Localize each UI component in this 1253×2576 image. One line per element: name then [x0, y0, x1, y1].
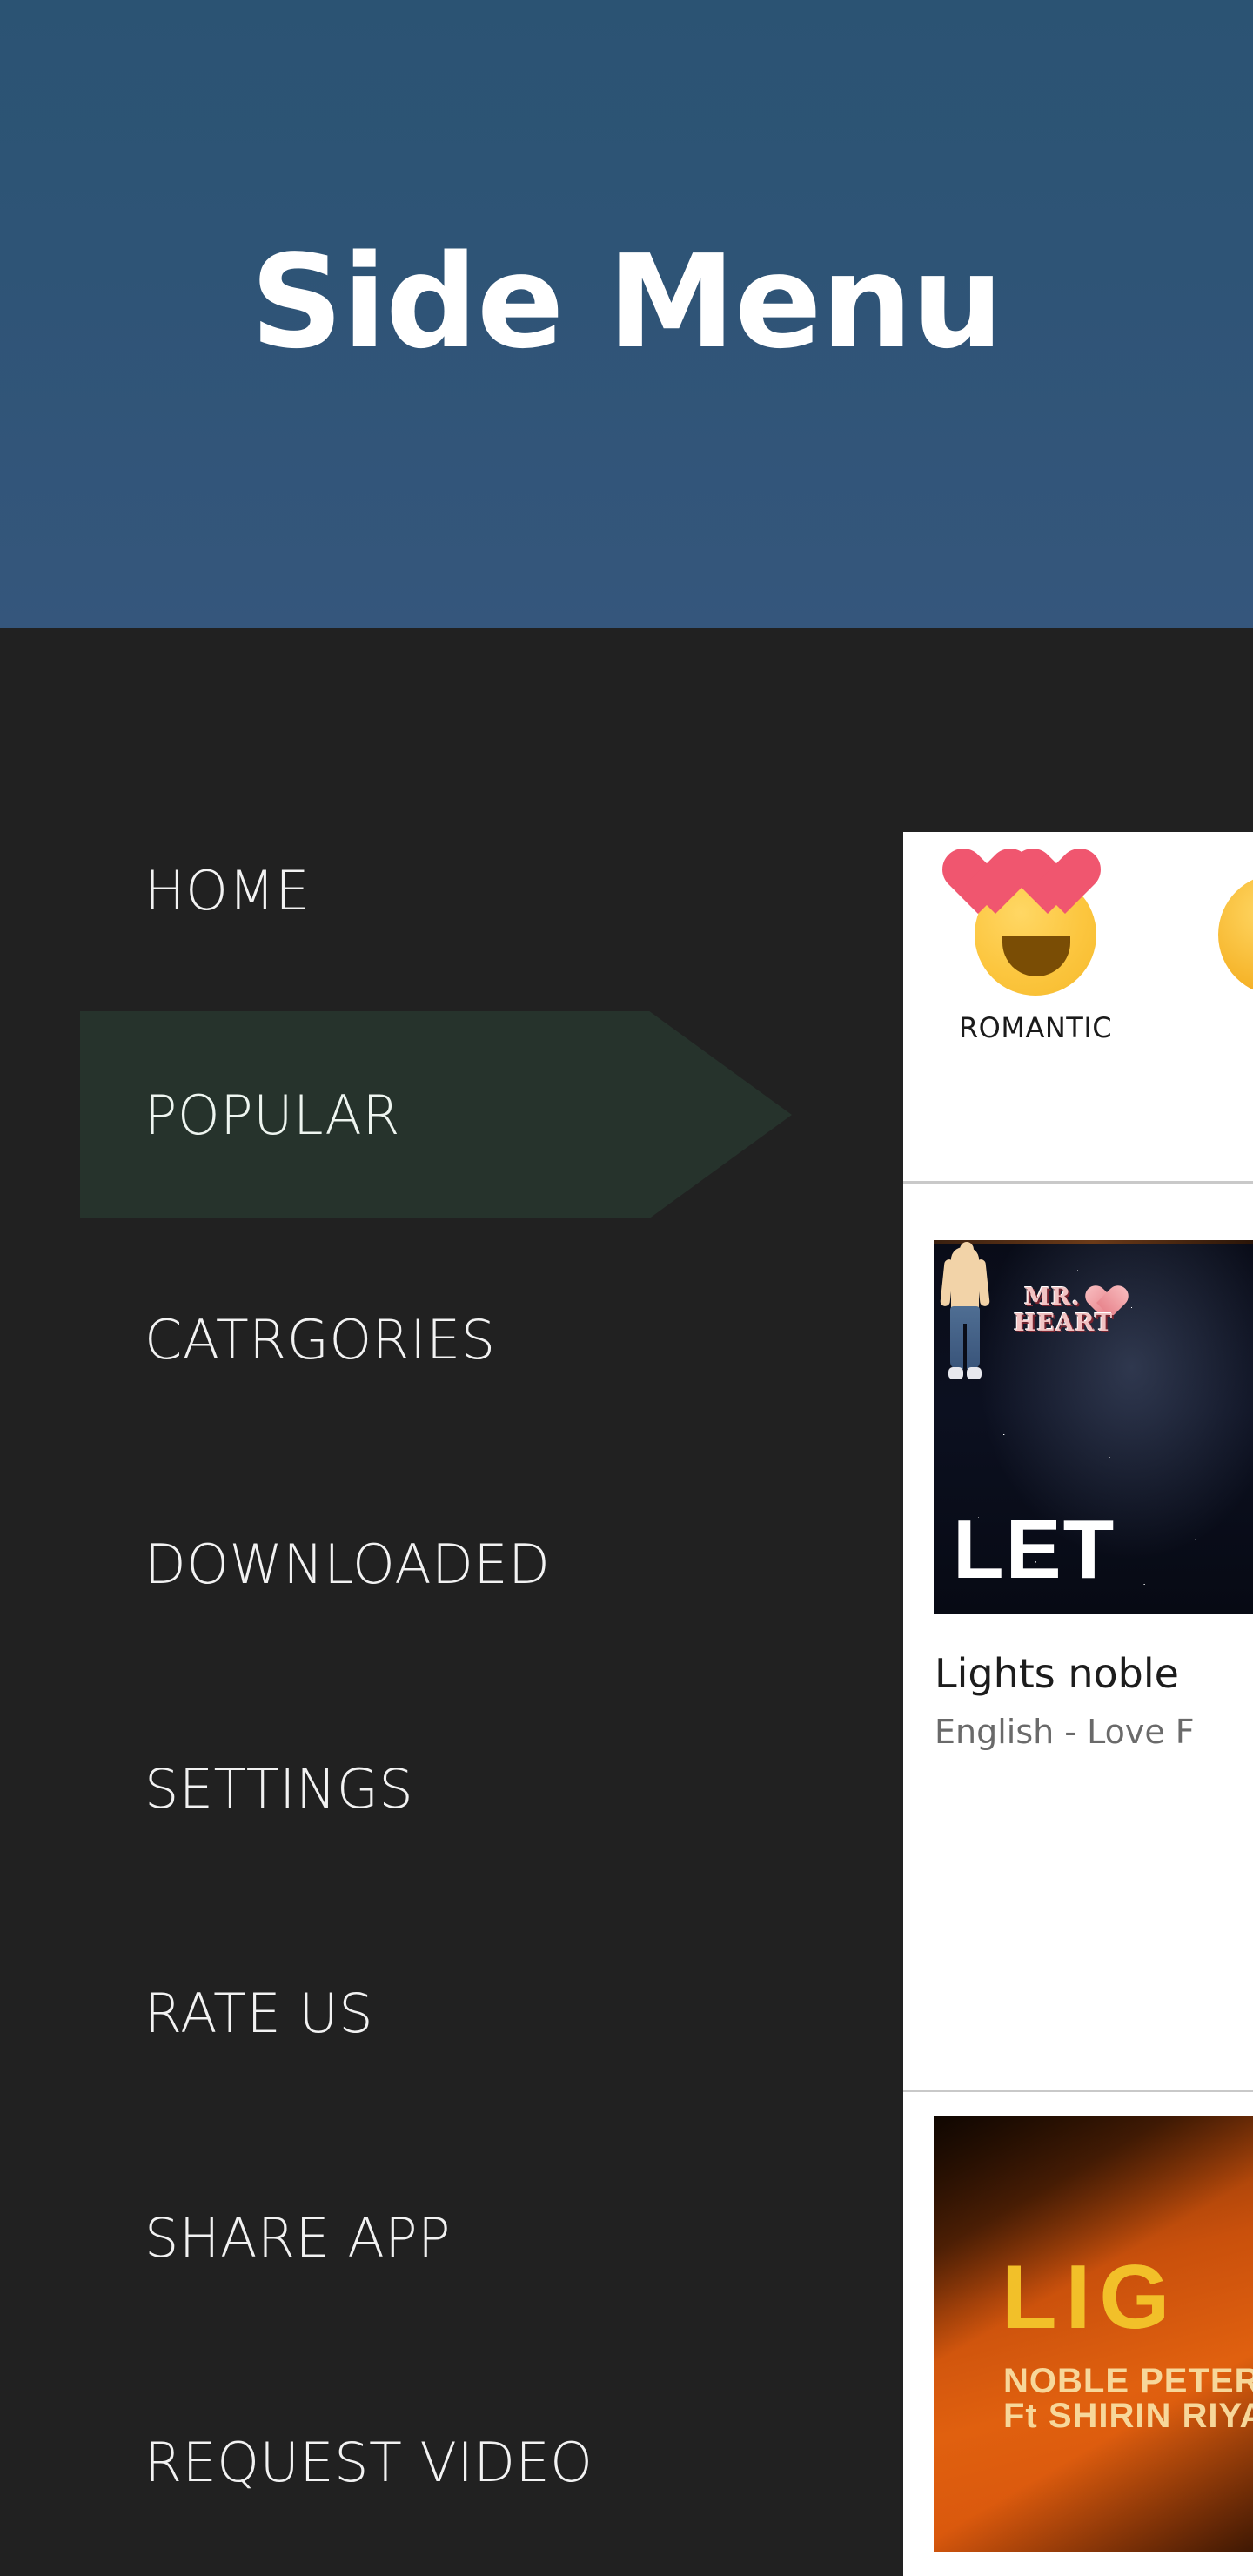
sidebar-item-catrgories[interactable]: CATRGORIES	[0, 1227, 903, 1452]
heart-eye-right-icon	[1030, 851, 1105, 919]
list-divider	[903, 1181, 1253, 1184]
sidebar-item-popular[interactable]: POPULAR	[0, 1003, 903, 1227]
figure-torso	[951, 1247, 979, 1311]
thumbnail-headline: LET	[953, 1503, 1116, 1596]
thumbnail-figure	[940, 1242, 990, 1383]
category-label: ROMANTIC	[958, 1011, 1113, 1044]
sidebar-item-label: HOME	[144, 858, 311, 922]
thumbnail-artist-line1: NOBLE PETER	[1003, 2362, 1253, 2400]
kissing-face-emoji	[1218, 874, 1253, 996]
sidebar-item-share-app[interactable]: SHARE APP	[0, 2125, 903, 2350]
sidebar-item-home[interactable]: HOME	[0, 778, 903, 1003]
banner-title: Side Menu	[250, 227, 1004, 377]
figure-shoe-right	[967, 1367, 982, 1379]
figure-leg-gap	[963, 1324, 967, 1369]
emoji-mouth	[1002, 936, 1070, 976]
smiling-face-with-heart-eyes-emoji	[975, 874, 1096, 996]
sidebar-item-request-video[interactable]: REQUEST VIDEO	[0, 2350, 903, 2574]
category-item-romantic[interactable]: ROMANTIC	[931, 874, 1140, 1044]
thumbnail-logo-line2: HEART	[1014, 1310, 1114, 1337]
video-thumbnail[interactable]: MR. HEART LET	[934, 1240, 1253, 1614]
thumbnail-headline: LIG	[1002, 2247, 1179, 2348]
figure-shoe-left	[948, 1367, 963, 1379]
sidebar-item-label: POPULAR	[144, 1083, 400, 1147]
category-strip[interactable]: ROMANTIC	[903, 832, 1253, 1181]
sidebar-item-label: CATRGORIES	[144, 1307, 496, 1372]
navigation-drawer: HOME POPULAR CATRGORIES DOWNLOADED SETTINGS R…	[0, 628, 903, 2576]
video-subtitle: English - Love F	[935, 1713, 1195, 1751]
sidebar-item-settings[interactable]: SETTINGS	[0, 1676, 903, 1901]
sidebar-item-label: RATE US	[144, 1981, 374, 2045]
app-root: Side Menu HOME ROMANTIC	[0, 0, 1253, 2576]
list-divider	[903, 2090, 1253, 2092]
thumbnail-logo-line1: MR.	[1024, 1284, 1081, 1311]
content-panel: ROMANTIC MR. HEART LET Lights noble Engl…	[903, 832, 1253, 2576]
sidebar-item-rate-us[interactable]: RATE US	[0, 1901, 903, 2125]
sidebar-item-downloaded[interactable]: DOWNLOADED	[0, 1452, 903, 1676]
thumbnail-top-edge	[934, 1240, 1253, 1244]
app-screen: HOME ROMANTIC	[0, 628, 1253, 2576]
sidebar-item-label: SETTINGS	[144, 1756, 414, 1821]
category-item-second[interactable]	[1175, 874, 1253, 1011]
sidebar-item-label: SHARE APP	[144, 2205, 452, 2270]
sidebar-item-label: DOWNLOADED	[144, 1532, 551, 1596]
banner: Side Menu	[0, 0, 1253, 628]
sidebar-item-label: REQUEST VIDEO	[144, 2430, 593, 2494]
video-title: Lights noble	[935, 1650, 1179, 1697]
video-thumbnail[interactable]: LIG NOBLE PETER Ft SHIRIN RIYAZU	[934, 2116, 1253, 2552]
thumbnail-artist-line2: Ft SHIRIN RIYAZU	[1003, 2397, 1253, 2435]
